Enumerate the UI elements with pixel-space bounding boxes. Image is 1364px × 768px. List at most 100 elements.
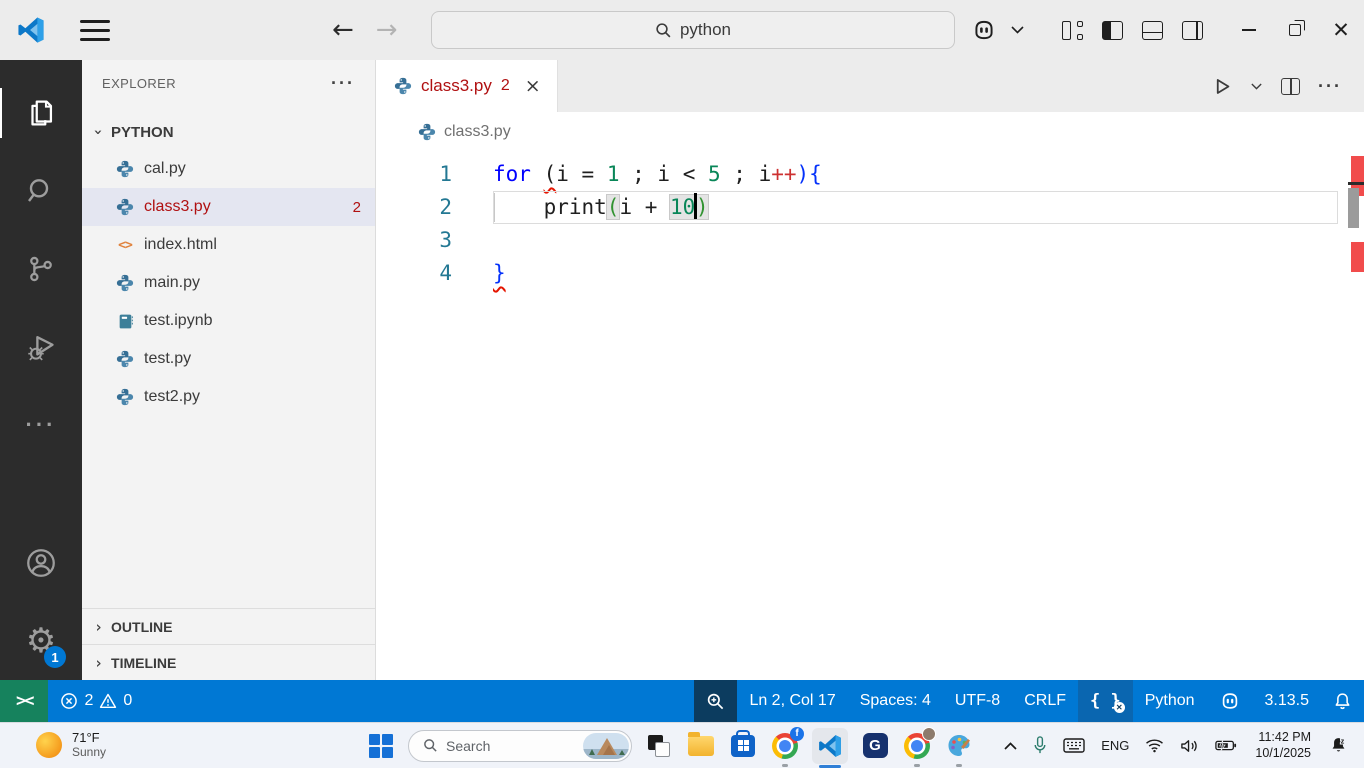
problems-indicator[interactable]: 2 0 — [48, 680, 144, 722]
file-item-test-py[interactable]: test.py — [82, 340, 375, 378]
chrome-profile2-button[interactable] — [902, 726, 936, 767]
start-button[interactable] — [366, 731, 396, 761]
weather-widget[interactable]: 71°F Sunny — [36, 730, 106, 760]
editor-more-actions-icon[interactable]: ··· — [1314, 70, 1346, 102]
activity-bar-accounts[interactable] — [0, 524, 82, 602]
code-line-4[interactable]: 4} — [376, 257, 1364, 290]
microphone-icon[interactable] — [1027, 728, 1053, 764]
chevron-down-icon: › — [89, 127, 108, 137]
menu-hamburger-icon[interactable] — [80, 19, 110, 41]
language-status-icon[interactable]: { } ✕ — [1077, 680, 1133, 722]
python-icon — [116, 198, 134, 216]
run-dropdown-chevron-icon[interactable] — [1246, 70, 1266, 102]
folder-python[interactable]: › PYTHON — [82, 114, 375, 150]
file-item-cal-py[interactable]: cal.py — [82, 150, 375, 188]
run-button[interactable] — [1206, 70, 1238, 102]
file-name: class3.py — [144, 198, 211, 215]
chevron-right-icon: › — [94, 653, 104, 672]
toggle-primary-sidebar-icon[interactable] — [1092, 10, 1132, 50]
line-number: 2 — [439, 195, 452, 219]
clock[interactable]: 11:42 PM 10/1/2025 — [1247, 730, 1319, 761]
window-restore-button[interactable] — [1272, 7, 1318, 53]
grammarly-button[interactable]: G — [860, 731, 890, 761]
file-item-main-py[interactable]: main.py — [82, 264, 375, 302]
task-view-button[interactable] — [644, 731, 674, 761]
code-token: ){ — [796, 162, 822, 186]
activity-bar-search[interactable] — [0, 152, 82, 230]
html-icon: <> — [118, 237, 133, 253]
paint-button[interactable] — [944, 731, 974, 767]
explorer-more-actions-icon[interactable]: ··· — [331, 73, 355, 94]
activity-bar-explorer[interactable] — [0, 74, 82, 152]
nav-back-icon[interactable]: ← — [332, 17, 354, 43]
activity-bar-run-debug[interactable] — [0, 308, 82, 386]
battery-charging-icon[interactable] — [1209, 728, 1243, 764]
python-interpreter[interactable]: 3.13.5 — [1253, 680, 1321, 722]
file-item-test2-py[interactable]: test2.py — [82, 378, 375, 416]
timeline-section[interactable]: › TIMELINE — [82, 644, 375, 680]
toggle-panel-icon[interactable] — [1132, 10, 1172, 50]
source-control-icon — [25, 253, 57, 285]
notifications-bell-icon[interactable] — [1321, 680, 1364, 722]
code-line-2[interactable]: 2 print(i + 10) — [376, 191, 1364, 224]
volume-icon[interactable] — [1174, 728, 1205, 764]
active-app-indicator — [819, 764, 841, 768]
code-editor[interactable]: 1 for (i = 1 ; i < 5 ; i++){2 print(i + 1… — [376, 152, 1364, 680]
file-item-class3-py[interactable]: class3.py 2 — [82, 188, 375, 226]
eol-sequence[interactable]: CRLF — [1012, 680, 1078, 722]
activity-bar-more-views[interactable]: ··· — [0, 386, 82, 464]
tab-class3py[interactable]: class3.py 2 × — [376, 60, 558, 112]
outline-section[interactable]: › OUTLINE — [82, 608, 375, 644]
cursor-position[interactable]: Ln 2, Col 17 — [737, 680, 847, 722]
zoom-indicator[interactable] — [694, 680, 738, 722]
notification-bell-dnd-icon[interactable]: z — [1323, 728, 1354, 764]
line-content: } — [452, 257, 506, 290]
file-item-index-html[interactable]: <> index.html — [82, 226, 375, 264]
copilot-status-icon[interactable] — [1207, 680, 1253, 722]
chrome-profile-badge: f — [790, 726, 804, 741]
encoding[interactable]: UTF-8 — [943, 680, 1012, 722]
indentation[interactable]: Spaces: 4 — [848, 680, 943, 722]
code-token: ; i — [720, 162, 772, 186]
tray-chevron-up-icon[interactable] — [998, 728, 1023, 764]
command-center-search[interactable]: python — [431, 11, 955, 49]
activity-bar-settings[interactable]: ⚙ 1 — [0, 602, 82, 680]
search-highlight-image — [583, 732, 629, 759]
taskbar-search-box[interactable]: Search — [408, 729, 632, 762]
copilot-dropdown-chevron-icon[interactable] — [1004, 10, 1030, 50]
nav-forward-icon[interactable]: → — [376, 17, 398, 43]
file-name: main.py — [144, 274, 201, 291]
file-name: index.html — [144, 236, 217, 253]
remote-indicator[interactable]: >< — [0, 680, 49, 722]
toggle-secondary-sidebar-icon[interactable] — [1172, 10, 1212, 50]
code-line-3[interactable]: 3 — [376, 224, 1364, 257]
window-close-button[interactable]: ✕ — [1318, 7, 1364, 53]
file-item-test-ipynb[interactable]: test.ipynb — [82, 302, 375, 340]
vscode-taskbar-button[interactable] — [812, 727, 848, 768]
python-icon — [116, 274, 134, 292]
overview-ruler[interactable] — [1348, 152, 1364, 680]
vscode-logo-icon — [16, 15, 46, 45]
breadcrumb[interactable]: class3.py — [376, 112, 1364, 152]
tray-date: 10/1/2025 — [1255, 745, 1311, 760]
chrome-button[interactable]: f — [770, 726, 804, 767]
activity-bar-source-control[interactable] — [0, 230, 82, 308]
code-token: for — [493, 162, 531, 186]
chevron-right-icon: › — [94, 617, 104, 636]
code-token: i + — [619, 195, 671, 219]
copilot-icon[interactable] — [964, 10, 1004, 50]
split-editor-icon[interactable] — [1274, 70, 1306, 102]
input-language[interactable]: ENG — [1095, 728, 1135, 764]
customize-layout-icon[interactable] — [1052, 10, 1092, 50]
file-list: cal.py class3.py 2 <> index.html main.py test.… — [82, 150, 375, 608]
python-icon — [116, 160, 134, 178]
wifi-icon[interactable] — [1139, 728, 1170, 764]
code-line-1[interactable]: 1 for (i = 1 ; i < 5 ; i++){ — [376, 158, 1364, 191]
touch-keyboard-icon[interactable] — [1057, 728, 1091, 764]
file-explorer-button[interactable] — [686, 731, 716, 761]
error-mark — [1351, 242, 1364, 272]
language-mode[interactable]: Python — [1133, 680, 1207, 722]
microsoft-store-button[interactable] — [728, 729, 758, 761]
tab-close-icon[interactable]: × — [525, 75, 541, 97]
window-minimize-button[interactable] — [1226, 7, 1272, 53]
